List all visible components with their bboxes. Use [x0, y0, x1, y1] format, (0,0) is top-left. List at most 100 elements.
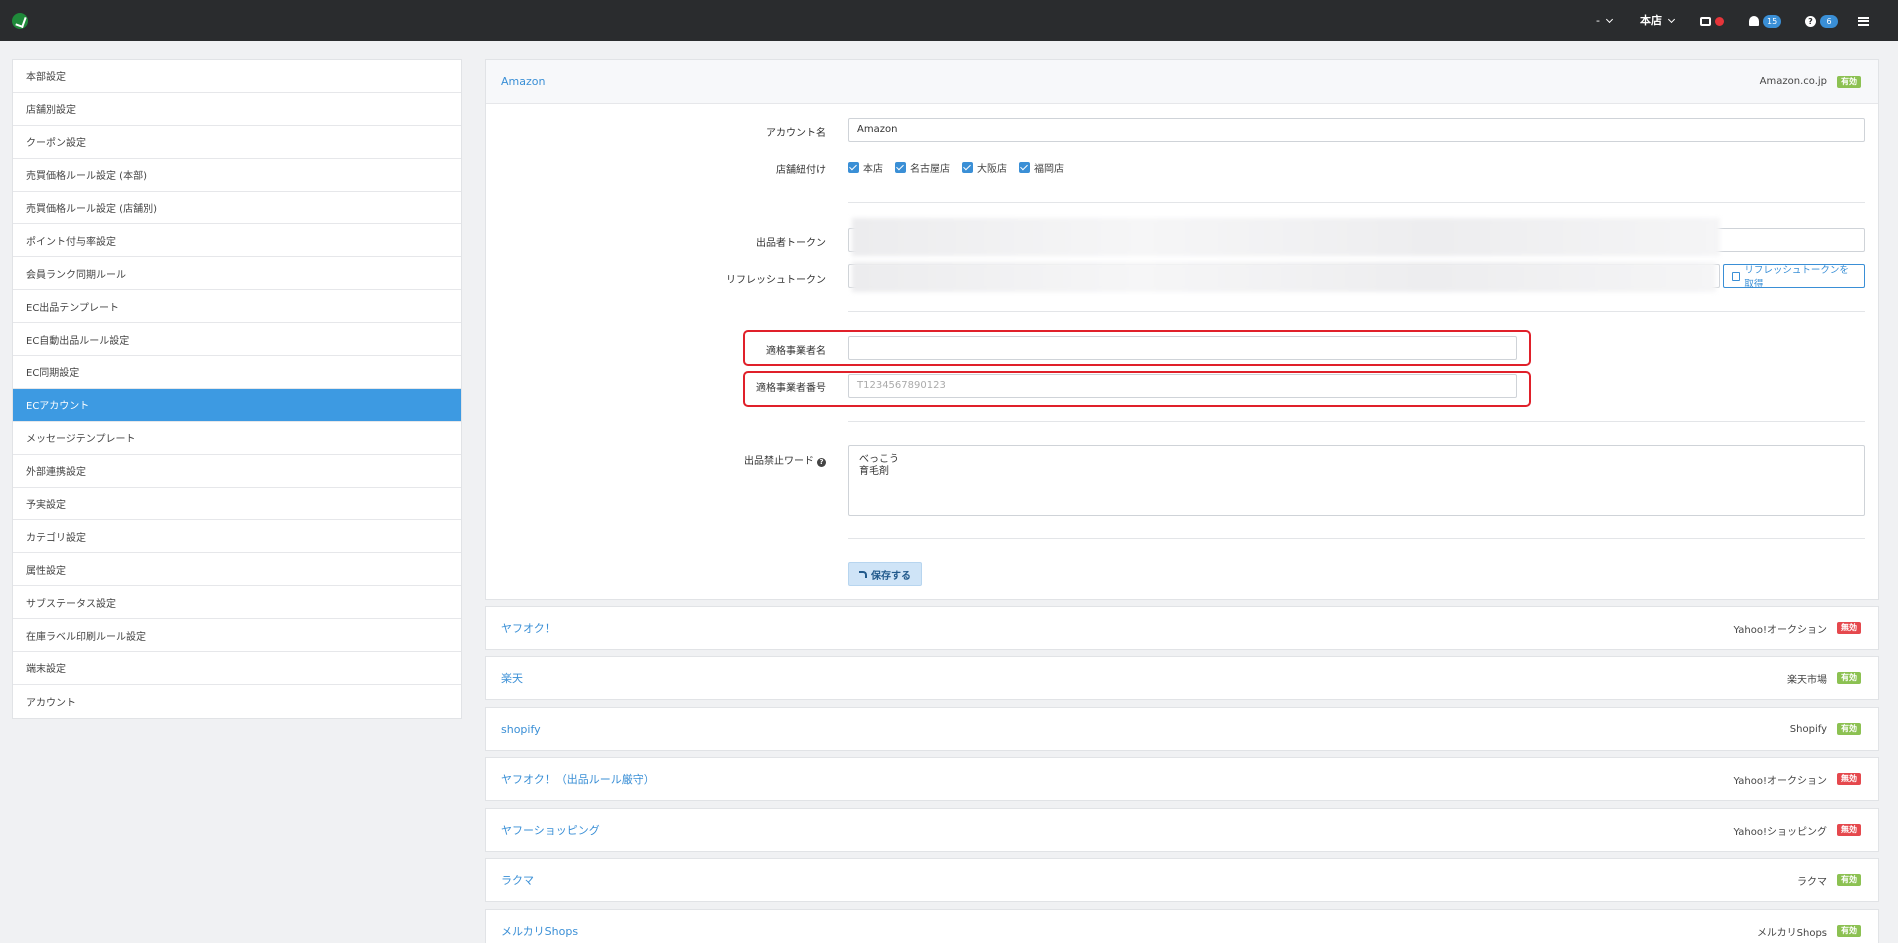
help-button[interactable]: ? 6 — [1805, 13, 1838, 29]
store-checkbox-group: 本店 名古屋店 大阪店 福岡店 — [848, 160, 1064, 175]
banned-words-label: 出品禁止ワード — [744, 456, 814, 467]
save-button[interactable]: 保存する — [848, 562, 922, 586]
checkbox-checked-icon — [848, 162, 859, 173]
sidebar-item[interactable]: 端末設定 — [13, 652, 461, 685]
account-dropdown-label: - — [1596, 14, 1600, 27]
store-checkbox[interactable]: 大阪店 — [962, 160, 1007, 175]
sidebar-item[interactable]: 売買価格ルール設定 (本部) — [13, 159, 461, 192]
status-badge: 有効 — [1837, 925, 1861, 937]
store-checkbox-label: 本店 — [863, 164, 883, 175]
store-dropdown[interactable]: 本店 — [1640, 13, 1676, 29]
redacted-seller-token — [852, 218, 1720, 256]
store-name: Yahoo!オークション — [1733, 775, 1827, 787]
sidebar-item[interactable]: ポイント付与率設定 — [13, 224, 461, 258]
panel-title[interactable]: ヤフオク！ — [501, 620, 1734, 636]
menu-button[interactable] — [1858, 13, 1869, 29]
notifications-button[interactable]: 15 — [1749, 13, 1782, 29]
banned-words-label-wrap: 出品禁止ワード? — [626, 452, 826, 467]
ec-account-panel[interactable]: ラクマ ラクマ 有効 — [485, 858, 1879, 902]
refresh-token-label: リフレッシュトークン — [726, 275, 826, 286]
status-badge: 有効 — [1837, 672, 1861, 684]
amazon-panel-header[interactable]: Amazon Amazon.co.jp 有効 — [486, 60, 1878, 104]
get-refresh-token-label: リフレッシュトークンを取得 — [1744, 265, 1849, 290]
sidebar-item[interactable]: 在庫ラベル印刷ルール設定 — [13, 619, 461, 653]
ec-account-panel[interactable]: shopify Shopify 有効 — [485, 707, 1879, 751]
sidebar-item[interactable]: 属性設定 — [13, 553, 461, 587]
sidebar-item[interactable]: 会員ランク同期ルール — [13, 257, 461, 291]
section-divider — [848, 311, 1865, 312]
redacted-refresh-token — [852, 262, 1716, 292]
external-link-icon — [1732, 271, 1741, 281]
sidebar-item[interactable]: EC自動出品ルール設定 — [13, 323, 461, 357]
store-name: Shopify — [1789, 723, 1827, 735]
panel-title[interactable]: shopify — [501, 723, 1790, 736]
banned-words-textarea[interactable]: べっこう 育毛剤 — [848, 445, 1865, 516]
sidebar-item[interactable]: 本部設定 — [13, 60, 461, 93]
ec-account-panel[interactable]: 楽天 楽天市場 有効 — [485, 656, 1879, 700]
panel-title[interactable]: ラクマ — [501, 872, 1797, 888]
sidebar-item[interactable]: アカウント — [13, 685, 461, 718]
get-refresh-token-button[interactable]: リフレッシュトークンを取得 — [1723, 264, 1865, 290]
qualified-number-input[interactable]: T1234567890123 — [848, 374, 1517, 398]
ec-account-panel[interactable]: メルカリShops メルカリShops 有効 — [485, 909, 1879, 943]
store-name: Amazon.co.jp — [1759, 76, 1827, 87]
store-checkbox-label: 大阪店 — [977, 164, 1007, 175]
store-checkbox-label: 名古屋店 — [910, 164, 950, 175]
panel-title[interactable]: メルカリShops — [501, 923, 1757, 939]
qualified-name-label: 適格事業者名 — [766, 346, 826, 357]
store-checkbox[interactable]: 本店 — [848, 160, 883, 175]
store-checkbox[interactable]: 名古屋店 — [895, 160, 950, 175]
section-divider — [848, 202, 1865, 203]
question-circle-icon[interactable]: ? — [817, 458, 826, 467]
hamburger-menu-icon — [1858, 16, 1869, 26]
panel-title[interactable]: ヤフーショッピング — [501, 822, 1734, 838]
store-name: Yahoo!ショッピング — [1733, 826, 1827, 838]
sidebar-item[interactable]: 外部連携設定 — [13, 455, 461, 488]
save-button-label: 保存する — [871, 570, 911, 582]
sidebar-item[interactable]: EC同期設定 — [13, 356, 461, 389]
checkbox-checked-icon — [962, 162, 973, 173]
panel-title[interactable]: ヤフオク！（出品ルール厳守） — [501, 771, 1734, 787]
store-name: 楽天市場 — [1787, 674, 1827, 686]
checkbox-checked-icon — [895, 162, 906, 173]
sidebar-item[interactable]: ECアカウント — [13, 388, 461, 422]
store-link-label: 店舗紐付け — [776, 165, 826, 176]
qualified-number-label: 適格事業者番号 — [756, 383, 826, 394]
status-badge: 無効 — [1837, 824, 1861, 836]
store-name: ラクマ — [1797, 876, 1827, 888]
sidebar-item[interactable]: カテゴリ設定 — [13, 520, 461, 554]
sidebar-item[interactable]: 予実設定 — [13, 488, 461, 521]
sidebar-item[interactable]: メッセージテンプレート — [13, 422, 461, 455]
question-circle-icon: ? — [1805, 15, 1816, 27]
store-checkbox[interactable]: 福岡店 — [1019, 160, 1064, 175]
account-dropdown[interactable]: - — [1596, 13, 1614, 29]
store-checkbox-label: 福岡店 — [1034, 164, 1064, 175]
section-divider — [848, 538, 1865, 539]
panel-title[interactable]: 楽天 — [501, 670, 1787, 686]
sidebar-item[interactable]: 店舗別設定 — [13, 93, 461, 126]
store-dropdown-label: 本店 — [1640, 14, 1662, 27]
sidebar-item[interactable]: EC出品テンプレート — [13, 290, 461, 324]
app-logo[interactable] — [12, 13, 28, 29]
sidebar-item[interactable]: サブステータス設定 — [13, 586, 461, 620]
printer-status-dot — [1715, 16, 1724, 26]
ec-account-panel[interactable]: ヤフオク！（出品ルール厳守） Yahoo!オークション 無効 — [485, 757, 1879, 801]
help-count-badge: 6 — [1820, 14, 1838, 28]
account-name-input[interactable]: Amazon — [848, 118, 1865, 142]
checkbox-checked-icon — [1019, 162, 1030, 173]
sidebar-item[interactable]: クーポン設定 — [13, 126, 461, 159]
status-badge: 有効 — [1837, 75, 1861, 88]
section-divider — [848, 421, 1865, 422]
ec-account-panel[interactable]: ヤフーショッピング Yahoo!ショッピング 無効 — [485, 808, 1879, 852]
chevron-down-icon — [1667, 15, 1676, 24]
sidebar-item[interactable]: 売買価格ルール設定 (店舗別) — [13, 192, 461, 225]
account-name-label: アカウント名 — [766, 128, 826, 139]
ec-account-panel[interactable]: ヤフオク！ Yahoo!オークション 無効 — [485, 606, 1879, 650]
panel-title[interactable]: Amazon — [501, 75, 1760, 88]
seller-token-label: 出品者トークン — [756, 238, 826, 249]
qualified-name-input[interactable] — [848, 336, 1517, 360]
status-badge: 有効 — [1837, 874, 1861, 886]
printer-icon — [1700, 16, 1711, 26]
store-name: Yahoo!オークション — [1733, 624, 1827, 636]
printer-button[interactable] — [1700, 13, 1724, 29]
